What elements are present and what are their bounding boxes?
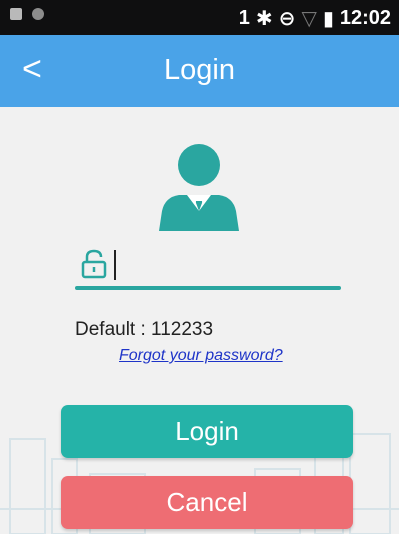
wifi-icon: ▽ — [301, 8, 317, 30]
field-underline — [75, 286, 341, 290]
default-password-hint: Default : 112233 — [75, 319, 214, 340]
status-left-icons — [10, 8, 44, 20]
status-time: 12:02 — [339, 7, 391, 29]
user-avatar-icon — [159, 144, 239, 231]
page-title: Login — [164, 54, 235, 86]
status-right-icons: 1 ✱ ⊖ ▽ ▮ 12:02 — [239, 6, 391, 31]
login-button[interactable]: Login — [61, 405, 353, 458]
do-not-disturb-icon: ⊖ — [278, 8, 296, 30]
text-cursor — [114, 250, 116, 280]
image-icon — [10, 8, 22, 20]
password-input[interactable] — [113, 250, 328, 280]
password-field[interactable] — [75, 238, 341, 290]
status-bar: 1 ✱ ⊖ ▽ ▮ 12:02 — [0, 0, 399, 35]
lock-icon — [81, 249, 107, 279]
bluetooth-icon: ✱ — [255, 8, 273, 30]
signal-number: 1 — [238, 7, 250, 29]
battery-icon: ▮ — [322, 8, 334, 30]
cancel-button[interactable]: Cancel — [61, 476, 353, 529]
app-bar: < Login — [0, 35, 399, 107]
circle-icon — [32, 8, 44, 20]
login-content: Default : 112233 Forgot your password? L… — [0, 107, 399, 534]
forgot-password-link[interactable]: Forgot your password? — [119, 347, 283, 365]
